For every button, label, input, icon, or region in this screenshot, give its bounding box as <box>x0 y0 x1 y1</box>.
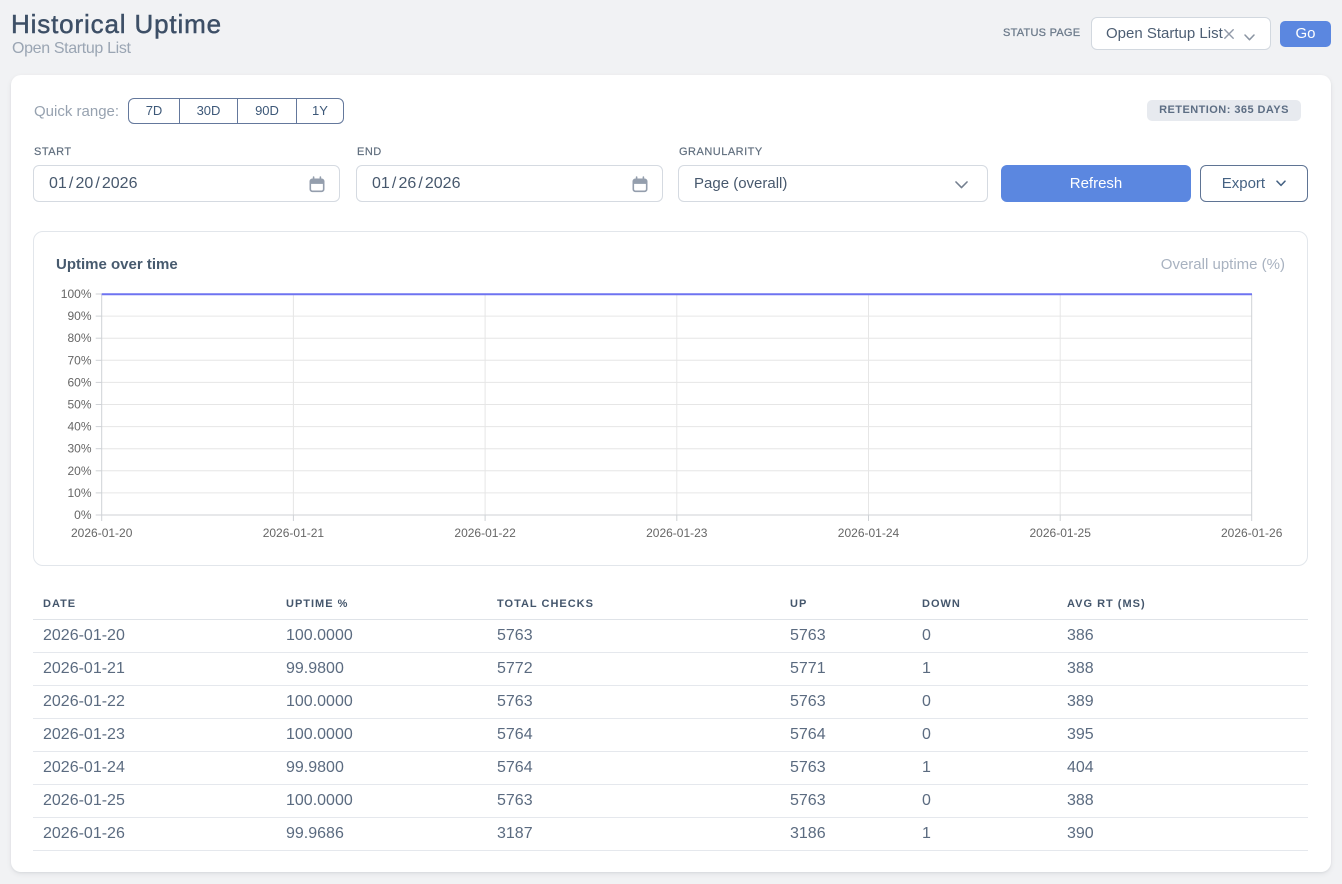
svg-text:2026-01-24: 2026-01-24 <box>838 526 900 540</box>
svg-text:20%: 20% <box>67 464 91 478</box>
svg-text:10%: 10% <box>67 486 91 500</box>
svg-text:2026-01-26: 2026-01-26 <box>1221 526 1283 540</box>
svg-text:2026-01-21: 2026-01-21 <box>263 526 325 540</box>
svg-text:80%: 80% <box>67 331 91 345</box>
svg-text:70%: 70% <box>67 353 91 367</box>
svg-text:2026-01-23: 2026-01-23 <box>646 526 708 540</box>
svg-text:100%: 100% <box>61 287 92 301</box>
svg-text:60%: 60% <box>67 375 91 389</box>
svg-text:90%: 90% <box>67 309 91 323</box>
svg-text:30%: 30% <box>67 442 91 456</box>
svg-text:2026-01-20: 2026-01-20 <box>71 526 133 540</box>
svg-text:40%: 40% <box>67 420 91 434</box>
svg-text:50%: 50% <box>67 398 91 412</box>
svg-text:2026-01-22: 2026-01-22 <box>454 526 516 540</box>
svg-text:2026-01-25: 2026-01-25 <box>1030 526 1092 540</box>
svg-text:0%: 0% <box>74 508 92 522</box>
